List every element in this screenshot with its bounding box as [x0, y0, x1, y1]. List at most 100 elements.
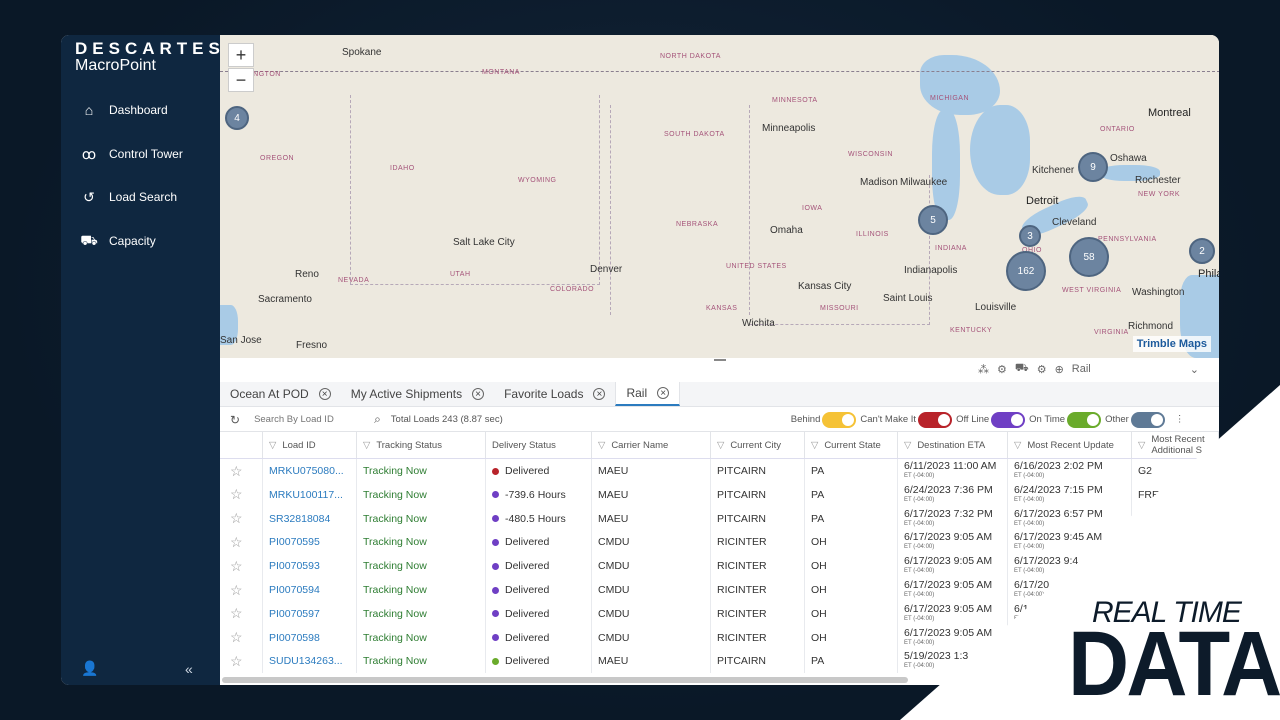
truck-icon[interactable]: ⛟	[1015, 362, 1029, 376]
column-header[interactable]: ▽ Tracking Status	[357, 432, 486, 458]
delivery-status: -739.6 Hours	[505, 488, 566, 501]
tab-favorite-loads[interactable]: Favorite Loads ×	[494, 382, 615, 406]
zoom-in-button[interactable]: +	[228, 43, 254, 67]
favorite-star-icon[interactable]: ☆	[220, 578, 263, 602]
tab-rail[interactable]: Rail ×	[615, 382, 681, 406]
sidebar-item-load-search[interactable]: ↺ Load Search	[61, 182, 220, 212]
tab-ocean-at-pod[interactable]: Ocean At POD ×	[220, 382, 341, 406]
map-cluster-marker[interactable]: 5	[918, 205, 948, 235]
cell-eta: 6/24/2023 7:36 PM ET (-04:00)	[898, 482, 1008, 507]
status-dot	[492, 657, 499, 665]
close-icon[interactable]: ×	[318, 388, 331, 400]
status-toggle-off-line[interactable]	[991, 411, 1026, 428]
map-cluster-marker[interactable]: 162	[1006, 251, 1046, 291]
column-header[interactable]: Delivery Status	[486, 432, 592, 458]
tab-my-active-shipments[interactable]: My Active Shipments ×	[341, 382, 494, 406]
status-toggle-on-time[interactable]	[1067, 411, 1102, 428]
cell-id[interactable]: PI0070598	[263, 625, 357, 650]
search-icon[interactable]: ⌕	[374, 412, 381, 427]
favorite-star-icon[interactable]: ☆	[220, 649, 263, 674]
cell-id[interactable]: PI0070597	[263, 601, 357, 626]
user-settings-icon[interactable]: 👤	[81, 660, 98, 677]
cell-id[interactable]: PI0070595	[263, 530, 357, 555]
cell-id[interactable]: PI0070593	[263, 554, 357, 579]
favorite-star-icon[interactable]: ☆	[220, 601, 263, 626]
map-cluster-marker[interactable]: 9	[1078, 152, 1108, 182]
map-label: INDIANA	[935, 245, 967, 252]
cell-id[interactable]: SUDU134263...	[263, 649, 357, 674]
cell-tracking: Tracking Now	[357, 625, 486, 650]
refresh-icon[interactable]: ↻	[230, 413, 240, 427]
filter-icon[interactable]: ▽	[363, 440, 370, 451]
map-cluster-marker[interactable]: 3	[1019, 225, 1041, 247]
filter-icon[interactable]: ▽	[904, 440, 911, 451]
tabs: Ocean At POD × My Active Shipments × Favorit…	[220, 382, 1219, 407]
view-select[interactable]: Rail	[1072, 363, 1182, 375]
cell-id[interactable]: SR32818084	[263, 506, 357, 531]
cell-additional	[1132, 530, 1219, 554]
cell-id[interactable]: PI0070594	[263, 578, 357, 602]
promo-line2: DATA	[1068, 613, 1280, 715]
settings-truck-icon[interactable]: ⚙	[997, 363, 1007, 376]
column-header[interactable]: ▽ Load ID	[263, 432, 357, 458]
map-cluster-marker[interactable]: 4	[225, 106, 249, 130]
zoom-icon[interactable]: ⊕	[1055, 363, 1064, 376]
datetime: 6/17/2023 9:05 AM ET (-04:00)	[904, 532, 992, 552]
column-header[interactable]: ▽ Most Recent Additional S	[1132, 432, 1219, 458]
filter-icon[interactable]: ▽	[1138, 440, 1145, 451]
column-header[interactable]: ▽ Destination ETA	[898, 432, 1008, 458]
sidebar-item-capacity[interactable]: ⛟ Capacity	[61, 226, 220, 256]
column-header[interactable]: ▽ Carrier Name	[592, 432, 711, 458]
status-toggle-other[interactable]	[1130, 411, 1165, 428]
cell-tracking: Tracking Now	[357, 459, 486, 483]
column-header[interactable]: ▽ Current City	[711, 432, 805, 458]
close-icon[interactable]: ×	[657, 387, 670, 399]
favorite-star-icon[interactable]: ☆	[220, 625, 263, 650]
favorite-star-icon[interactable]: ☆	[220, 530, 263, 555]
map-label: NEW YORK	[1138, 191, 1180, 198]
cluster-icon[interactable]: ⁂	[978, 363, 989, 376]
horizontal-scrollbar[interactable]	[222, 677, 908, 683]
map-cluster-marker[interactable]: 2	[1189, 238, 1215, 264]
column-header[interactable]: ▽ Current State	[805, 432, 898, 458]
double-chevron-left-icon[interactable]: «	[185, 661, 193, 677]
cell-text: Tracking Now	[363, 512, 427, 525]
map-cluster-marker[interactable]: 58	[1069, 237, 1109, 277]
chevron-down-icon[interactable]: ⌄	[1190, 363, 1199, 376]
favorite-star-icon[interactable]: ☆	[220, 554, 263, 579]
map[interactable]: Spokane WASHINGTON MONTANA NORTH DAKOTA MINN…	[220, 35, 1219, 358]
favorite-star-icon[interactable]: ☆	[220, 506, 263, 531]
sidebar-item-dashboard[interactable]: ⌂ Dashboard	[61, 95, 220, 125]
close-icon[interactable]: ×	[472, 388, 485, 400]
filter-icon[interactable]: ▽	[811, 440, 818, 451]
gear-icon[interactable]: ⚙	[1037, 363, 1047, 376]
favorite-star-icon[interactable]: ☆	[220, 482, 263, 507]
toggle-label: Other	[1105, 414, 1129, 425]
search-input[interactable]	[254, 414, 365, 425]
cell-text: PITCAIRN	[717, 655, 767, 668]
lake-michigan	[932, 110, 960, 220]
cell-text: PI0070594	[269, 584, 320, 596]
cell-text: MAEU	[598, 488, 629, 501]
datetime-value: 6/17/20	[1014, 579, 1050, 591]
status-toggle-can-t-make-it[interactable]	[918, 411, 953, 428]
zoom-out-button[interactable]: −	[228, 68, 254, 92]
cell-id[interactable]: MRKU075080...	[263, 459, 357, 483]
sidebar-item-control-tower[interactable]: ꝏ Control Tower	[61, 139, 220, 169]
column-header[interactable]: ▽ Most Recent Update	[1008, 432, 1132, 458]
filter-icon[interactable]: ▽	[1014, 440, 1021, 451]
cell-id[interactable]: MRKU100117...	[263, 482, 357, 507]
timezone: ET (-04:00)	[904, 592, 935, 598]
resize-handle[interactable]	[714, 359, 726, 361]
status-toggle-behind[interactable]	[822, 411, 857, 428]
total-loads: Total Loads 243 (8.87 sec)	[390, 414, 503, 425]
close-icon[interactable]: ×	[593, 388, 606, 400]
favorite-star-icon[interactable]: ☆	[220, 459, 263, 483]
more-options-icon[interactable]: ⋮	[1175, 414, 1185, 425]
map-label: KENTUCKY	[950, 327, 993, 334]
filter-icon[interactable]: ▽	[269, 440, 276, 451]
filter-icon[interactable]: ▽	[717, 440, 724, 451]
filter-icon[interactable]: ▽	[598, 440, 605, 451]
cell-update: 6/17/2023 9:4 ET (-04:00)	[1008, 554, 1132, 579]
cell-text: RICINTER	[717, 584, 767, 596]
